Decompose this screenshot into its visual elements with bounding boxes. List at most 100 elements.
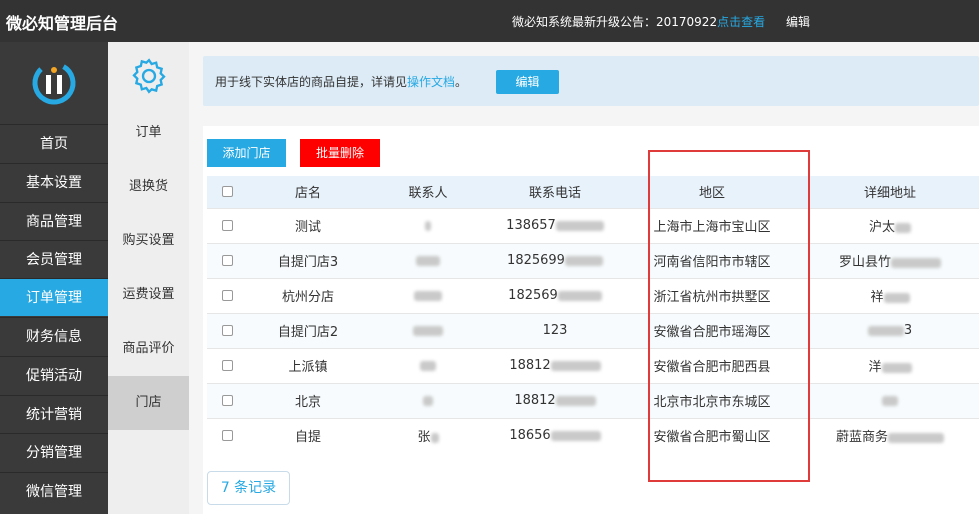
redacted-phone bbox=[557, 290, 602, 301]
table-row[interactable]: 测试 138657 上海市上海市宝山区 沪太 bbox=[207, 207, 979, 243]
store-name-cell: 自提门店3 bbox=[247, 242, 369, 278]
add-store-button[interactable]: 添加门店 bbox=[207, 139, 286, 167]
redacted-phone bbox=[555, 220, 604, 231]
table-row[interactable]: 北京 18812 北京市北京市东城区 bbox=[207, 382, 979, 418]
row-checkbox[interactable] bbox=[221, 290, 233, 301]
row-checkbox[interactable] bbox=[221, 430, 233, 442]
logo-icon bbox=[32, 61, 76, 105]
col-store-name: 店名 bbox=[247, 176, 369, 208]
subnav-item-reviews[interactable]: 商品评价 bbox=[108, 322, 189, 376]
address-cell: 祥 bbox=[801, 277, 979, 313]
phone-cell: 18812 bbox=[487, 382, 623, 418]
region-cell: 安徽省合肥市肥西县 bbox=[623, 347, 801, 383]
subnav-item-purchase-settings[interactable]: 购买设置 bbox=[108, 214, 189, 268]
sidebar-item-statistics[interactable]: 统计营销 bbox=[0, 395, 108, 433]
address-text: 沪太 bbox=[868, 220, 895, 235]
contact-cell bbox=[369, 242, 487, 278]
phone-cell: 18656 bbox=[487, 417, 623, 453]
phone-text: 1825699 bbox=[507, 253, 565, 268]
upgrade-notice: 微必知系统最新升级公告：20170922点击查看 bbox=[512, 13, 765, 30]
app-title: 微必知管理后台 bbox=[6, 14, 119, 33]
select-all-checkbox[interactable] bbox=[221, 186, 233, 198]
sidebar-item-basic-settings[interactable]: 基本设置 bbox=[0, 163, 108, 201]
redacted-contact bbox=[420, 360, 436, 371]
redacted-address bbox=[895, 222, 911, 233]
region-cell: 河南省信阳市市辖区 bbox=[623, 242, 801, 278]
phone-text: 18812 bbox=[509, 358, 551, 373]
subnav-item-orders[interactable]: 订单 bbox=[108, 106, 189, 160]
table-row[interactable]: 自提门店2 123 安徽省合肥市瑶海区 3 bbox=[207, 312, 979, 348]
region-cell: 北京市北京市东城区 bbox=[623, 382, 801, 418]
table-row[interactable]: 上派镇 18812 安徽省合肥市肥西县 洋 bbox=[207, 347, 979, 383]
redacted-contact bbox=[423, 395, 433, 406]
redacted-address bbox=[883, 292, 910, 303]
doc-link[interactable]: 操作文档 bbox=[407, 75, 455, 89]
subnav-item-stores[interactable]: 门店 bbox=[108, 376, 189, 430]
sidebar-item-promotions[interactable]: 促销活动 bbox=[0, 356, 108, 394]
store-name-cell: 杭州分店 bbox=[247, 277, 369, 313]
contact-cell bbox=[369, 347, 487, 383]
sidebar-item-members[interactable]: 会员管理 bbox=[0, 240, 108, 278]
subnav-item-shipping-settings[interactable]: 运费设置 bbox=[108, 268, 189, 322]
address-text: 罗山县竹 bbox=[838, 255, 891, 270]
col-contact: 联系人 bbox=[369, 176, 487, 208]
batch-delete-button[interactable]: 批量删除 bbox=[300, 139, 380, 167]
row-checkbox[interactable] bbox=[221, 360, 233, 371]
store-name-cell: 测试 bbox=[247, 207, 369, 243]
phone-cell: 18812 bbox=[487, 347, 623, 383]
header-edit-link[interactable]: 编辑 bbox=[786, 13, 810, 30]
main-content: 用于线下实体店的商品自提，详请见操作文档。 编辑 添加门店 批量删除 店名 联系… bbox=[189, 42, 979, 514]
info-edit-button[interactable]: 编辑 bbox=[496, 70, 559, 94]
address-text: 洋 bbox=[868, 360, 882, 375]
contact-cell: 张 bbox=[369, 417, 487, 453]
redacted-contact bbox=[414, 290, 442, 301]
region-cell: 安徽省合肥市瑶海区 bbox=[623, 312, 801, 348]
col-address: 详细地址 bbox=[801, 176, 979, 208]
sidebar-item-home[interactable]: 首页 bbox=[0, 124, 108, 162]
redacted-address bbox=[891, 257, 941, 268]
address-cell bbox=[801, 382, 979, 418]
subnav-item-returns[interactable]: 退换货 bbox=[108, 160, 189, 214]
contact-cell bbox=[369, 312, 487, 348]
sub-sidebar: 订单 退换货 购买设置 运费设置 商品评价 门店 bbox=[108, 42, 189, 514]
table-row[interactable]: 杭州分店 182569 浙江省杭州市拱墅区 祥 bbox=[207, 277, 979, 313]
record-count: 7 条记录 bbox=[207, 471, 290, 505]
address-cell: 沪太 bbox=[801, 207, 979, 243]
col-region: 地区 bbox=[623, 176, 801, 208]
table-row[interactable]: 自提 张 18656 安徽省合肥市蜀山区 蔚蓝商务 bbox=[207, 417, 979, 453]
row-checkbox[interactable] bbox=[221, 325, 233, 336]
contact-cell bbox=[369, 207, 487, 243]
redacted-contact bbox=[413, 325, 443, 336]
info-text: 用于线下实体店的商品自提，详请见操作文档。 bbox=[215, 73, 467, 90]
notice-view-link[interactable]: 点击查看 bbox=[717, 15, 765, 29]
store-name-cell: 自提门店2 bbox=[247, 312, 369, 348]
table-header-row: 店名 联系人 联系电话 地区 详细地址 bbox=[207, 176, 979, 208]
row-checkbox[interactable] bbox=[221, 395, 233, 406]
sidebar-item-wechat[interactable]: 微信管理 bbox=[0, 472, 108, 510]
redacted-address bbox=[882, 395, 898, 406]
region-cell: 安徽省合肥市蜀山区 bbox=[623, 417, 801, 453]
gear-icon bbox=[132, 58, 166, 94]
redacted-contact bbox=[430, 432, 439, 443]
select-all-cell bbox=[207, 176, 247, 208]
info-banner: 用于线下实体店的商品自提，详请见操作文档。 编辑 bbox=[203, 56, 979, 106]
col-phone: 联系电话 bbox=[487, 176, 623, 208]
app-logo bbox=[0, 42, 108, 124]
row-checkbox[interactable] bbox=[221, 255, 233, 266]
store-table: 店名 联系人 联系电话 地区 详细地址 测试 138657 上海市上海市宝山区 … bbox=[207, 176, 979, 453]
store-name-cell: 自提 bbox=[247, 417, 369, 453]
sidebar-item-distribution[interactable]: 分销管理 bbox=[0, 433, 108, 471]
phone-cell: 1825699 bbox=[487, 242, 623, 278]
sidebar-item-finance[interactable]: 财务信息 bbox=[0, 317, 108, 355]
sidebar-item-products[interactable]: 商品管理 bbox=[0, 202, 108, 240]
info-prefix: 用于线下实体店的商品自提，详请见 bbox=[215, 75, 408, 89]
table-row[interactable]: 自提门店3 1825699 河南省信阳市市辖区 罗山县竹 bbox=[207, 242, 979, 278]
sidebar-item-orders[interactable]: 订单管理 bbox=[0, 278, 108, 316]
row-checkbox[interactable] bbox=[221, 220, 233, 231]
region-cell: 上海市上海市宝山区 bbox=[623, 207, 801, 243]
store-name-cell: 上派镇 bbox=[247, 347, 369, 383]
redacted-contact bbox=[416, 255, 440, 266]
info-suffix: 。 bbox=[455, 75, 468, 89]
phone-cell: 182569 bbox=[487, 277, 623, 313]
redacted-address bbox=[888, 432, 944, 443]
